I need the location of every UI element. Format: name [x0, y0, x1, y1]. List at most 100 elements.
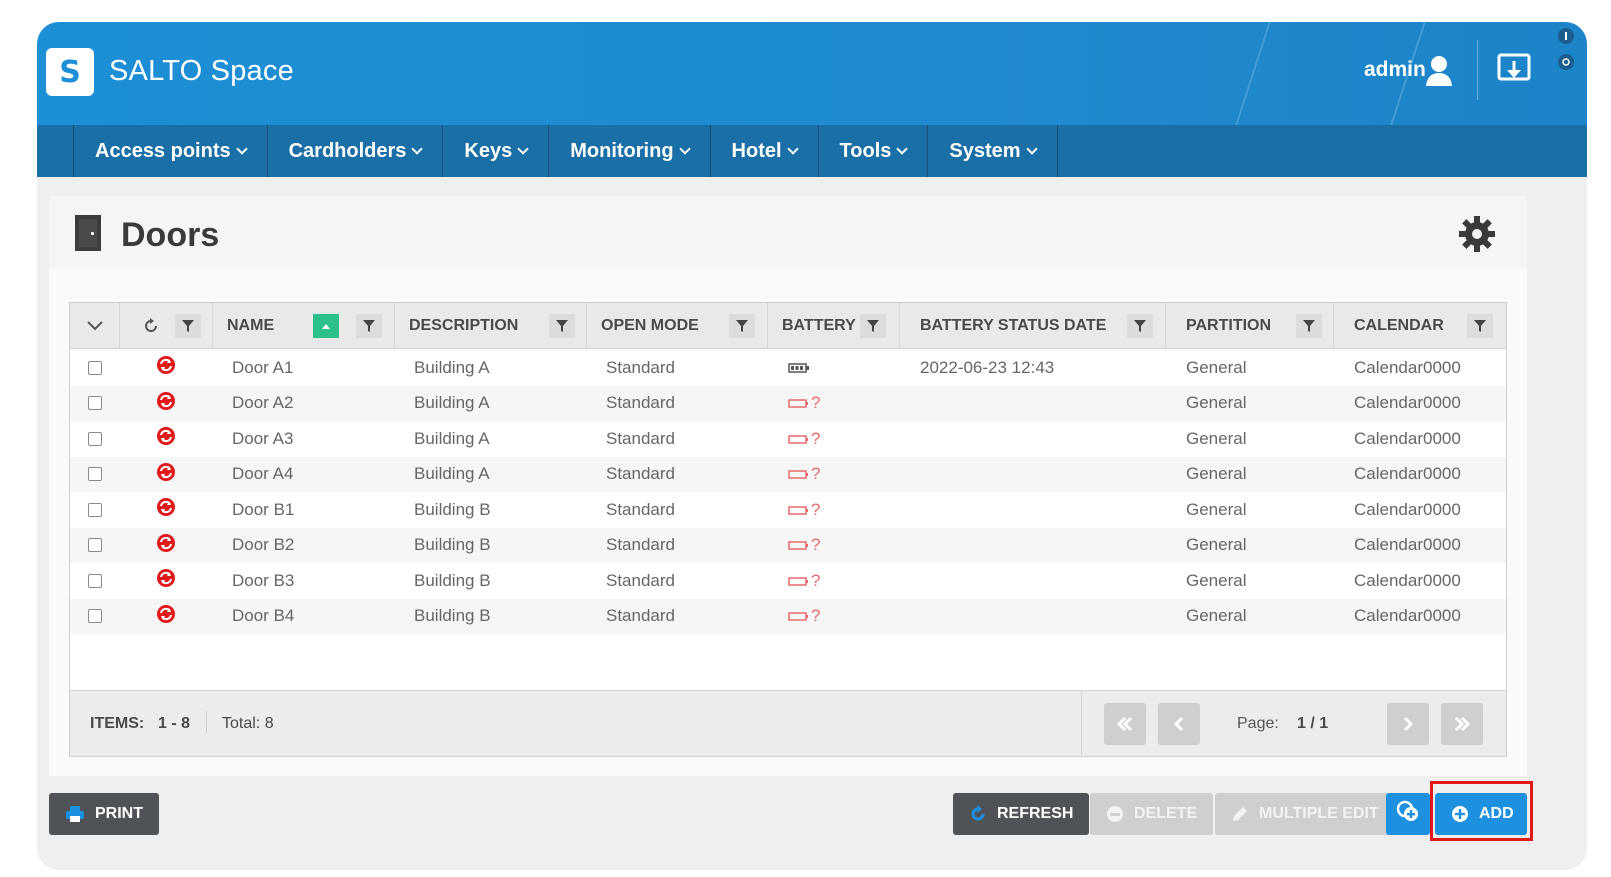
- download-icon[interactable]: [1496, 52, 1532, 91]
- user-icon[interactable]: [1424, 54, 1454, 93]
- battery-unknown-icon: [788, 606, 810, 626]
- next-page-button[interactable]: [1387, 703, 1429, 745]
- chevron-down-icon: [517, 142, 529, 155]
- battery-unknown-icon: [788, 429, 810, 449]
- battery-unknown-mark: ?: [811, 428, 821, 448]
- table-row[interactable]: Door A1 Building A Standard 2022-06-23 12:4…: [70, 350, 1506, 385]
- cell-description: Building A: [414, 393, 490, 412]
- chevron-down-icon: [86, 321, 103, 331]
- cell-partition: General: [1186, 428, 1247, 448]
- column-label: NAME: [227, 317, 275, 334]
- select-all-toggle[interactable]: [70, 303, 120, 349]
- copy-button[interactable]: [1386, 793, 1430, 835]
- filter-icon[interactable]: [860, 314, 886, 338]
- sort-ascending-icon[interactable]: [313, 314, 339, 338]
- cell-calendar: Calendar0000: [1354, 535, 1461, 554]
- cell-open-mode: Standard: [606, 464, 675, 483]
- table-row[interactable]: Door A3 Building A Standard General Calendar…: [70, 421, 1506, 456]
- printer-icon: [65, 806, 85, 822]
- battery-unknown-mark: ?: [811, 499, 821, 519]
- add-button-highlight: [1430, 781, 1533, 841]
- row-checkbox[interactable]: [88, 467, 102, 481]
- page-title: Doors: [121, 216, 220, 254]
- chevron-down-icon: [896, 142, 909, 155]
- chevron-down-icon: [235, 142, 248, 155]
- row-checkbox[interactable]: [88, 502, 102, 517]
- cell-calendar: Calendar0000: [1354, 393, 1461, 412]
- table-row[interactable]: Door A2 Building A Standard General Calendar…: [70, 385, 1506, 421]
- chevron-down-icon: [411, 142, 424, 155]
- battery-unknown-mark: ?: [811, 570, 821, 590]
- row-checkbox[interactable]: [88, 538, 102, 552]
- row-checkbox[interactable]: [88, 573, 102, 588]
- chevron-down-icon: [678, 142, 691, 155]
- cell-calendar: Calendar0000: [1354, 357, 1461, 377]
- cell-partition: General: [1186, 464, 1247, 483]
- refresh-icon: [969, 805, 987, 823]
- battery-unknown-mark: ?: [811, 393, 821, 412]
- refresh-icon: [145, 318, 157, 332]
- filter-icon[interactable]: [549, 314, 575, 338]
- user-name[interactable]: admin: [1364, 58, 1426, 82]
- filter-icon[interactable]: [1296, 314, 1322, 338]
- table-footer: ITEMS: 1 - 8 Total: 8 Page: 1 / 1: [70, 690, 1506, 756]
- filter-icon[interactable]: [356, 314, 382, 338]
- cell-open-mode: Standard: [606, 357, 675, 377]
- open-mode-column-header[interactable]: OPEN MODE: [587, 303, 768, 349]
- print-label: PRINT: [95, 805, 143, 822]
- print-button[interactable]: PRINT: [49, 793, 159, 835]
- chevron-down-icon: [786, 142, 799, 155]
- multiple-edit-button[interactable]: MULTIPLE EDIT: [1215, 793, 1395, 835]
- table-row[interactable]: Door B1 Building B Standard General Calendar…: [70, 492, 1506, 527]
- filter-icon[interactable]: [729, 314, 755, 338]
- pencil-icon: [1231, 805, 1249, 823]
- calendar-column-header[interactable]: CALENDAR: [1334, 303, 1507, 349]
- name-column-header[interactable]: NAME: [213, 303, 395, 349]
- table-row[interactable]: Door B2 Building B Standard General Calendar…: [70, 527, 1506, 563]
- row-checkbox[interactable]: [88, 360, 102, 375]
- filter-icon[interactable]: [1467, 314, 1493, 338]
- filter-icon[interactable]: [175, 314, 201, 338]
- minus-circle-icon: [1106, 805, 1124, 823]
- refresh-button[interactable]: REFRESH: [953, 793, 1090, 835]
- nav-cardholders[interactable]: Cardholders: [266, 125, 443, 177]
- nav-tools[interactable]: Tools: [817, 125, 928, 177]
- nav-keys[interactable]: Keys: [442, 125, 548, 177]
- cell-partition: General: [1186, 499, 1247, 519]
- row-checkbox[interactable]: [88, 396, 102, 410]
- row-checkbox[interactable]: [88, 609, 102, 623]
- nav-monitoring[interactable]: Monitoring: [548, 125, 709, 177]
- filter-icon[interactable]: [1127, 314, 1153, 338]
- column-label: BATTERY STATUS DATE: [920, 317, 1107, 334]
- battery-status-date-column-header[interactable]: BATTERY STATUS DATE: [900, 303, 1166, 349]
- previous-page-button[interactable]: [1158, 703, 1200, 745]
- delete-label: DELETE: [1134, 805, 1198, 822]
- table-row[interactable]: Door A4 Building A Standard General Calendar…: [70, 456, 1506, 492]
- pager: Page: 1 / 1: [1081, 691, 1506, 755]
- cell-description: Building B: [414, 535, 491, 554]
- topbar-divider: [1477, 40, 1478, 100]
- nav-system[interactable]: System: [927, 125, 1058, 177]
- cell-partition: General: [1186, 606, 1247, 625]
- table-header: NAME DESCRIPTION OPEN MODE BATTERY BATTE…: [70, 303, 1506, 349]
- delete-button[interactable]: DELETE: [1090, 793, 1214, 835]
- battery-unknown-mark: ?: [811, 535, 821, 554]
- description-column-header[interactable]: DESCRIPTION: [395, 303, 587, 349]
- gear-icon[interactable]: [1457, 214, 1497, 259]
- table-row[interactable]: Door B4 Building B Standard General Calendar…: [70, 598, 1506, 634]
- battery-column-header[interactable]: BATTERY: [768, 303, 900, 349]
- help-icons: [1555, 26, 1577, 81]
- sync-error-icon: [156, 604, 176, 629]
- row-checkbox[interactable]: [88, 431, 102, 446]
- first-page-button[interactable]: [1104, 703, 1146, 745]
- chevron-down-icon: [1025, 142, 1038, 155]
- last-page-button[interactable]: [1441, 703, 1483, 745]
- cell-name: Door B3: [232, 570, 295, 590]
- nav-hotel[interactable]: Hotel: [709, 125, 818, 177]
- battery-unknown-icon: [788, 571, 810, 591]
- table-row[interactable]: Door B3 Building B Standard General Calendar…: [70, 563, 1506, 598]
- logo-letter: S: [59, 54, 81, 90]
- partition-column-header[interactable]: PARTITION: [1166, 303, 1334, 349]
- nav-access-points[interactable]: Access points: [73, 125, 267, 177]
- battery-unknown-icon: [788, 464, 810, 484]
